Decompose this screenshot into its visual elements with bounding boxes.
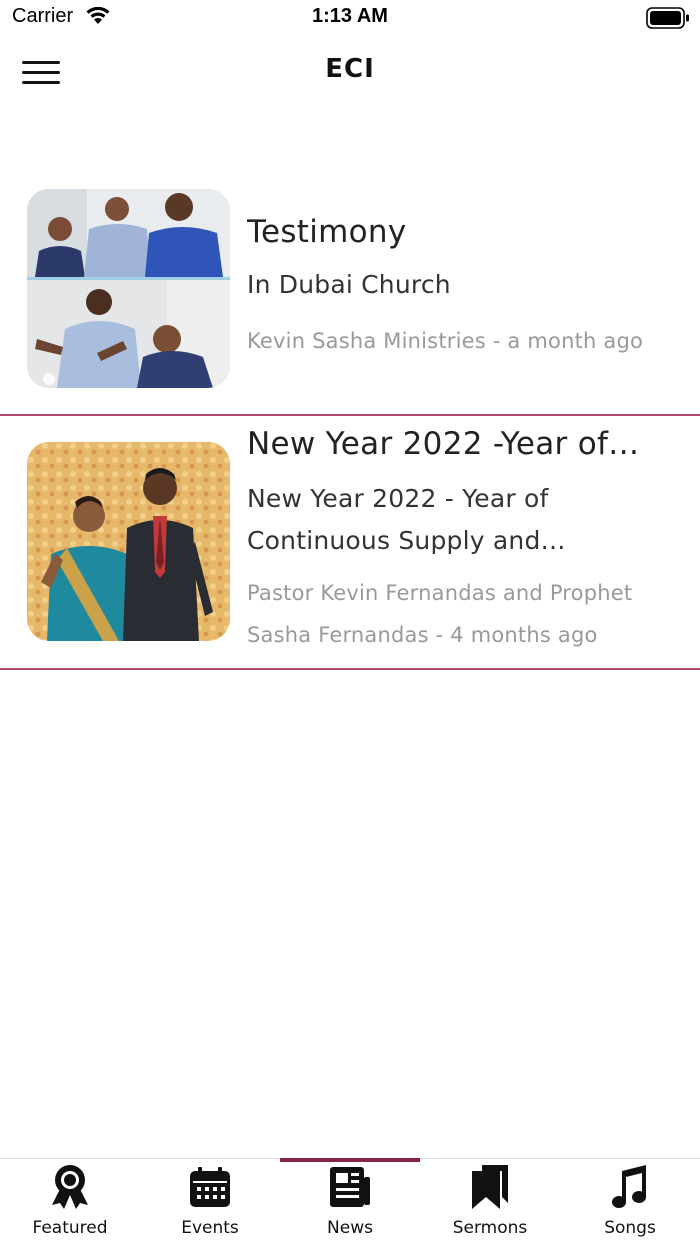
- tab-label: Featured: [32, 1218, 108, 1238]
- news-item-meta-line: Pastor Kevin Fernandas and Prophet: [247, 581, 633, 605]
- news-thumbnail-image: [27, 189, 230, 388]
- tab-label: Songs: [604, 1218, 656, 1238]
- tab-label: Sermons: [452, 1218, 528, 1238]
- tab-featured[interactable]: Featured: [0, 1159, 140, 1244]
- tab-events[interactable]: Events: [140, 1159, 280, 1244]
- tab-news[interactable]: News: [280, 1159, 420, 1244]
- news-thumbnail-image: [27, 442, 230, 641]
- news-list: Testimony In Dubai Church Kevin Sasha Mi…: [0, 170, 700, 670]
- news-item-meta: Kevin Sasha Ministries - a month ago: [247, 320, 680, 362]
- news-item-meta-line: Sasha Fernandas - 4 months ago: [247, 623, 598, 647]
- tab-label: News: [327, 1218, 373, 1238]
- tab-bar: Featured Events News Sermons Songs: [0, 1158, 700, 1244]
- news-item-text: Testimony In Dubai Church Kevin Sasha Mi…: [247, 210, 680, 362]
- news-item-text: New Year 2022 -Year of… New Year 2022 - …: [247, 422, 680, 656]
- news-item-meta-line: Kevin Sasha Ministries - a month ago: [247, 329, 644, 353]
- calendar-icon: [188, 1163, 232, 1209]
- news-item-title: New Year 2022 -Year of…: [247, 426, 640, 462]
- news-item-subtitle: New Year 2022 - Year of Continuous Suppl…: [247, 484, 566, 555]
- battery-icon: [646, 7, 690, 33]
- nav-bar: ECI: [0, 40, 700, 104]
- screen: Carrier 1:13 AM ECI Testimony In Dubai C…: [0, 0, 700, 1244]
- clock: 1:13 AM: [312, 5, 388, 27]
- news-list-item[interactable]: Testimony In Dubai Church Kevin Sasha Mi…: [0, 170, 700, 416]
- news-item-title: Testimony: [247, 214, 407, 250]
- news-item-meta: Pastor Kevin Fernandas and Prophet Sasha…: [247, 572, 680, 656]
- news-item-subtitle: In Dubai Church: [247, 270, 451, 299]
- page-title: ECI: [325, 54, 375, 84]
- music-note-icon: [608, 1163, 652, 1209]
- news-list-item[interactable]: New Year 2022 -Year of… New Year 2022 - …: [0, 416, 700, 670]
- status-bar: Carrier 1:13 AM: [0, 0, 700, 36]
- bookmarks-icon: [468, 1163, 512, 1209]
- award-icon: [48, 1163, 92, 1209]
- tab-label: Events: [181, 1218, 239, 1238]
- newspaper-icon: [328, 1163, 372, 1209]
- tab-sermons[interactable]: Sermons: [420, 1159, 560, 1244]
- tab-songs[interactable]: Songs: [560, 1159, 700, 1244]
